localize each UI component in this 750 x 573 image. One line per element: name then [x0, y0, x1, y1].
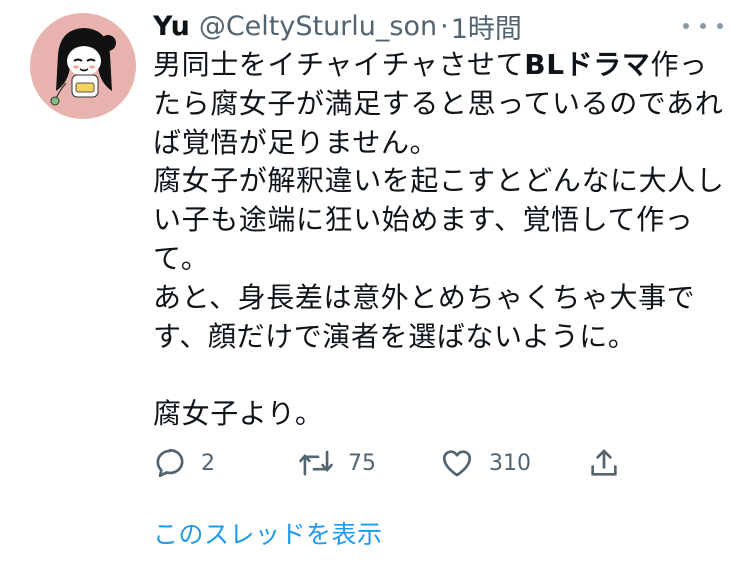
tweet-text-segment: 男同士をイチャイチャさせて [153, 48, 525, 81]
like-count: 310 [489, 450, 531, 476]
tweet-line: 腐女子より。 [153, 397, 324, 431]
retweet-count: 75 [348, 450, 376, 476]
share-icon [591, 449, 617, 476]
show-thread-link[interactable]: このスレッドを表示 [153, 515, 383, 551]
reply-icon [156, 448, 184, 478]
heart-icon [442, 450, 472, 477]
tweet-line: たら腐女子が満足すると思っているのであれ [153, 86, 724, 120]
tweet-line: ば覚悟が足りません。 [153, 125, 439, 159]
retweet-button[interactable]: 75 [298, 444, 376, 482]
reply-button[interactable]: 2 [153, 444, 215, 482]
more-dot [717, 23, 723, 29]
tweet-text-segment: 作っ [650, 48, 708, 81]
tweet-text: 男同士をイチャイチャさせてBLドラマ作っ たら腐女子が満足すると思っているのであ… [153, 46, 728, 434]
action-bar: 2 75 310 [153, 444, 633, 482]
avatar[interactable] [30, 13, 136, 119]
retweet-icon [299, 450, 333, 476]
timestamp[interactable]: 1時間 [451, 7, 522, 46]
bold-text-segment: BLドラマ [524, 48, 651, 81]
avatar-illustration [50, 28, 116, 106]
tweet-line: す、顔だけで演者を選ばないように。 [153, 319, 637, 353]
tweet-line: い子も途端に狂い始めます、覚悟して作っ [153, 203, 694, 237]
tweet-line: 男同士をイチャイチャさせてBLドラマ作っ [153, 46, 728, 85]
like-button[interactable]: 310 [439, 444, 531, 482]
reply-count: 2 [201, 450, 215, 476]
more-dot [700, 23, 706, 29]
tweet-header: Yu @CeltySturlu_son · 1時間 [153, 7, 522, 46]
tweet-line: あと、身長差は意外とめちゃくちゃ大事で [153, 280, 696, 314]
more-options-icon[interactable] [683, 14, 723, 38]
tweet-line: て。 [153, 241, 210, 275]
display-name[interactable]: Yu [153, 11, 190, 42]
share-button[interactable] [587, 444, 621, 482]
tweet-line: 腐女子が解釈違いを起こすとどんなに大人し [153, 164, 725, 198]
more-dot [683, 23, 689, 29]
user-handle[interactable]: @CeltySturlu_son [199, 11, 437, 42]
separator-dot: · [440, 10, 449, 42]
